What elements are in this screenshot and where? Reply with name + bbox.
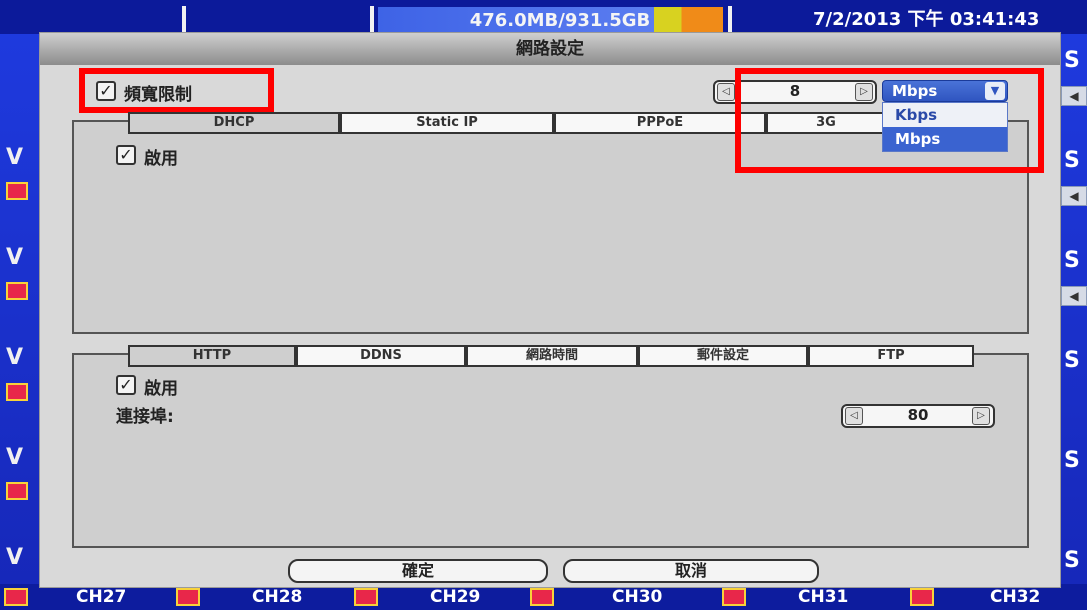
- record-icon: [6, 482, 28, 500]
- channel-s-mark: S: [1064, 448, 1080, 473]
- tab-network-time[interactable]: 網路時間: [466, 345, 638, 367]
- datetime-display: 7/2/2013 下午 03:41:43: [813, 9, 1040, 30]
- channel-v-mark: V: [6, 145, 24, 170]
- highlight-box: [79, 68, 274, 113]
- decrease-icon[interactable]: ◁: [717, 83, 735, 101]
- tab-static-ip[interactable]: Static IP: [340, 112, 554, 134]
- collapse-arrow-icon[interactable]: ◀: [1061, 286, 1087, 306]
- channel-label[interactable]: CH32: [990, 586, 1040, 608]
- channel-v-mark: V: [6, 445, 24, 470]
- port-value: 80: [907, 406, 929, 424]
- network-enable-label: 啟用: [144, 149, 178, 169]
- record-icon: [354, 588, 378, 606]
- tab-email-settings[interactable]: 郵件設定: [638, 345, 808, 367]
- collapse-arrow-icon[interactable]: ◀: [1061, 186, 1087, 206]
- dialog-title: 網路設定: [516, 39, 584, 59]
- record-icon: [6, 182, 28, 200]
- service-enable-label: 啟用: [144, 379, 178, 399]
- storage-usage-text: 476.0MB/931.5GB: [469, 10, 651, 31]
- channel-v-mark: V: [6, 545, 24, 570]
- tab-http[interactable]: HTTP: [128, 345, 296, 367]
- tab-ddns[interactable]: DDNS: [296, 345, 466, 367]
- channel-v-mark: V: [6, 245, 24, 270]
- record-icon: [530, 588, 554, 606]
- channel-label[interactable]: CH30: [612, 586, 662, 608]
- collapse-arrow-icon[interactable]: ◀: [1061, 86, 1087, 106]
- tab-ftp[interactable]: FTP: [808, 345, 974, 367]
- record-icon: [4, 588, 28, 606]
- service-settings-panel: [72, 353, 1029, 548]
- channel-label[interactable]: CH29: [430, 586, 480, 608]
- record-icon: [176, 588, 200, 606]
- decrease-icon[interactable]: ◁: [845, 407, 863, 425]
- divider: [370, 6, 374, 32]
- divider: [728, 6, 732, 32]
- port-label: 連接埠:: [116, 407, 174, 427]
- channel-label[interactable]: CH28: [252, 586, 302, 608]
- channel-label[interactable]: CH27: [76, 586, 126, 608]
- tab-dhcp[interactable]: DHCP: [128, 112, 340, 134]
- record-icon: [6, 282, 28, 300]
- channel-s-mark: S: [1064, 248, 1080, 273]
- channel-v-mark: V: [6, 345, 24, 370]
- ok-button[interactable]: 確定: [288, 559, 548, 583]
- channel-label[interactable]: CH31: [798, 586, 848, 608]
- cancel-button[interactable]: 取消: [563, 559, 819, 583]
- record-icon: [6, 383, 28, 401]
- record-icon: [910, 588, 934, 606]
- channel-s-mark: S: [1064, 148, 1080, 173]
- network-enable-checkbox[interactable]: ✓: [116, 145, 136, 165]
- channel-s-mark: S: [1064, 548, 1080, 573]
- divider: [182, 6, 186, 32]
- service-enable-checkbox[interactable]: ✓: [116, 375, 136, 395]
- channel-s-mark: S: [1064, 348, 1080, 373]
- increase-icon[interactable]: ▷: [972, 407, 990, 425]
- record-icon: [722, 588, 746, 606]
- channel-s-mark: S: [1064, 48, 1080, 73]
- highlight-box: [735, 68, 1044, 173]
